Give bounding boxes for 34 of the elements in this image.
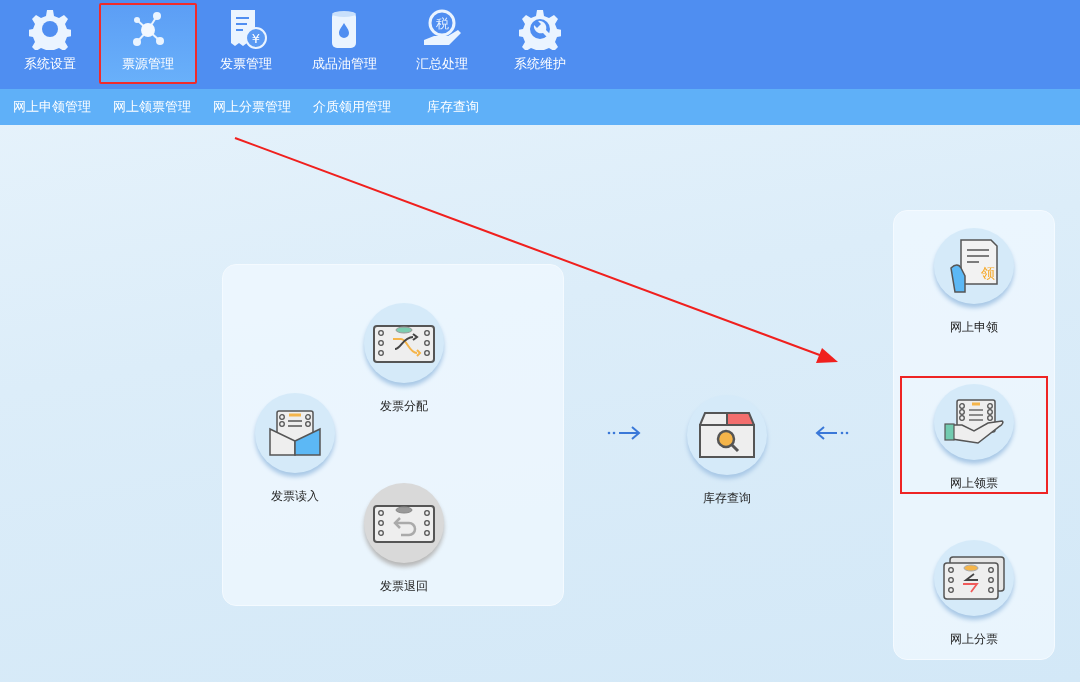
dotted-right-arrow-icon xyxy=(607,425,641,441)
box-search-icon xyxy=(699,411,755,459)
function-label: 网上领票 xyxy=(950,475,998,492)
wrench-gear-icon xyxy=(519,8,561,50)
hand-ticket-icon xyxy=(944,399,1004,445)
nav-tab[interactable]: 税 汇总处理 xyxy=(393,3,491,84)
sub-nav-link[interactable]: 库存查询 xyxy=(427,98,479,116)
sub-nav-link[interactable]: 网上领票管理 xyxy=(113,98,191,116)
function-button[interactable] xyxy=(255,393,335,473)
nav-tab[interactable]: 成品油管理 xyxy=(295,3,393,84)
function-button[interactable] xyxy=(934,384,1014,460)
function-label: 发票分配 xyxy=(380,398,428,415)
dotted-left-arrow-icon xyxy=(815,425,849,441)
function-button[interactable] xyxy=(687,395,767,475)
envelope-ticket-icon xyxy=(269,410,321,456)
function-button[interactable] xyxy=(364,303,444,383)
sub-nav-link[interactable]: 介质领用管理 xyxy=(313,98,391,116)
function-label: 网上分票 xyxy=(950,631,998,648)
function-label: 库存查询 xyxy=(703,490,751,507)
function-button[interactable]: 领 xyxy=(934,228,1014,304)
function-label: 发票读入 xyxy=(271,488,319,505)
sub-nav-link[interactable]: 网上分票管理 xyxy=(213,98,291,116)
ticket-distribute-icon xyxy=(373,323,435,363)
nav-tab[interactable]: 系统维护 xyxy=(491,3,589,84)
function-label: 网上申领 xyxy=(950,319,998,336)
function-button[interactable] xyxy=(934,540,1014,616)
ticket-return-icon xyxy=(373,503,435,543)
nav-tab[interactable]: 系统设置 xyxy=(1,3,99,84)
nav-tab[interactable]: ¥ 发票管理 xyxy=(197,3,295,84)
function-label: 发票退回 xyxy=(380,578,428,595)
ticket-stack-icon xyxy=(943,556,1005,600)
nav-tab[interactable]: 票源管理 xyxy=(99,3,197,84)
sub-nav-link[interactable]: 网上申领管理 xyxy=(13,98,91,116)
gear-icon xyxy=(29,8,71,50)
